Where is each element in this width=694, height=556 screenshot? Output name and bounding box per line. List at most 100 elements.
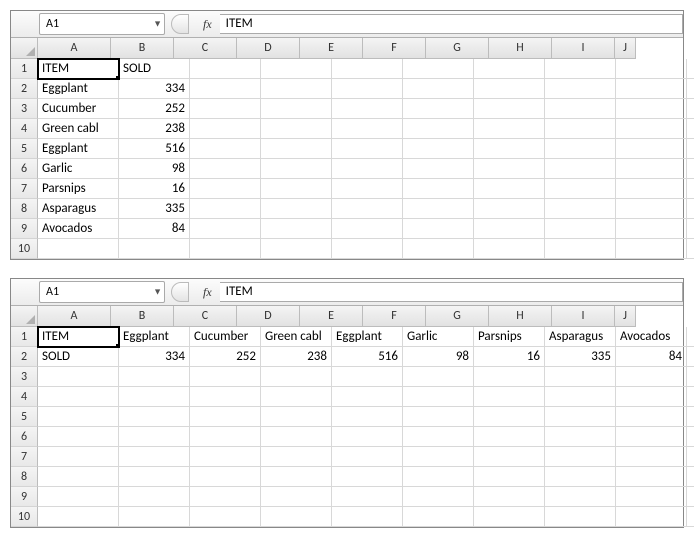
cell-C3[interactable] — [190, 99, 261, 119]
cell-G1[interactable] — [474, 59, 545, 79]
cell-D9[interactable] — [261, 219, 332, 239]
cell-I8[interactable] — [616, 467, 687, 487]
cell-C7[interactable] — [190, 179, 261, 199]
cell-E8[interactable] — [332, 467, 403, 487]
row-header[interactable]: 10 — [11, 239, 38, 259]
row-header[interactable]: 8 — [11, 199, 38, 219]
cell-F2[interactable]: 98 — [403, 347, 474, 367]
cell-B3[interactable] — [119, 367, 190, 387]
cell-F2[interactable] — [403, 79, 474, 99]
cell-J5[interactable] — [687, 139, 694, 159]
cell-B5[interactable] — [119, 407, 190, 427]
cell-E9[interactable] — [332, 487, 403, 507]
cell-G8[interactable] — [474, 467, 545, 487]
row-header[interactable]: 10 — [11, 507, 38, 527]
cell-I9[interactable] — [616, 487, 687, 507]
col-header-H[interactable]: H — [489, 38, 552, 59]
cell-J10[interactable] — [687, 239, 694, 259]
cell-C10[interactable] — [190, 507, 261, 527]
row-header[interactable]: 1 — [11, 59, 38, 79]
cell-D5[interactable] — [261, 407, 332, 427]
cell-G1[interactable]: Parsnips — [474, 327, 545, 347]
cell-I6[interactable] — [616, 427, 687, 447]
cell-D6[interactable] — [261, 427, 332, 447]
col-header-G[interactable]: G — [426, 38, 489, 59]
cell-G10[interactable] — [474, 239, 545, 259]
cell-H9[interactable] — [545, 487, 616, 507]
row-header[interactable]: 9 — [11, 487, 38, 507]
cell-B2[interactable]: 334 — [119, 347, 190, 367]
cell-I4[interactable] — [616, 119, 687, 139]
col-header-D[interactable]: D — [237, 38, 300, 59]
cell-E6[interactable] — [332, 427, 403, 447]
cell-I3[interactable] — [616, 367, 687, 387]
cell-B9[interactable]: 84 — [119, 219, 190, 239]
cell-B10[interactable] — [119, 507, 190, 527]
row-header[interactable]: 4 — [11, 119, 38, 139]
cell-A7[interactable] — [38, 447, 119, 467]
cell-C8[interactable] — [190, 199, 261, 219]
cell-D9[interactable] — [261, 487, 332, 507]
cell-H2[interactable] — [545, 79, 616, 99]
cell-I6[interactable] — [616, 159, 687, 179]
cell-E1[interactable] — [332, 59, 403, 79]
cell-H10[interactable] — [545, 239, 616, 259]
cell-F3[interactable] — [403, 367, 474, 387]
cell-H1[interactable] — [545, 59, 616, 79]
cell-D2[interactable]: 238 — [261, 347, 332, 367]
row-header[interactable]: 1 — [11, 327, 38, 347]
cell-C5[interactable] — [190, 407, 261, 427]
cell-F9[interactable] — [403, 487, 474, 507]
cell-I10[interactable] — [616, 507, 687, 527]
cell-J2[interactable] — [687, 347, 694, 367]
cell-J3[interactable] — [687, 367, 694, 387]
cell-G5[interactable] — [474, 407, 545, 427]
cell-D10[interactable] — [261, 239, 332, 259]
cell-E3[interactable] — [332, 367, 403, 387]
cell-B2[interactable]: 334 — [119, 79, 190, 99]
row-header[interactable]: 9 — [11, 219, 38, 239]
cell-E5[interactable] — [332, 407, 403, 427]
cell-D1[interactable] — [261, 59, 332, 79]
col-header-J[interactable]: J — [615, 38, 636, 59]
cell-E10[interactable] — [332, 507, 403, 527]
cell-F9[interactable] — [403, 219, 474, 239]
cell-E6[interactable] — [332, 159, 403, 179]
col-header-A[interactable]: A — [38, 306, 111, 327]
cell-H5[interactable] — [545, 139, 616, 159]
col-header-E[interactable]: E — [300, 38, 363, 59]
cell-H3[interactable] — [545, 99, 616, 119]
cell-G6[interactable] — [474, 159, 545, 179]
cell-F7[interactable] — [403, 447, 474, 467]
cell-J2[interactable] — [687, 79, 694, 99]
cell-D5[interactable] — [261, 139, 332, 159]
col-header-E[interactable]: E — [300, 306, 363, 327]
cell-G8[interactable] — [474, 199, 545, 219]
name-box[interactable]: A1 ▼ — [39, 13, 165, 35]
cell-A3[interactable]: Cucumber — [38, 99, 119, 119]
row-header[interactable]: 7 — [11, 179, 38, 199]
cell-C6[interactable] — [190, 427, 261, 447]
cell-E2[interactable] — [332, 79, 403, 99]
cell-D8[interactable] — [261, 467, 332, 487]
cell-B5[interactable]: 516 — [119, 139, 190, 159]
cell-I10[interactable] — [616, 239, 687, 259]
cell-B3[interactable]: 252 — [119, 99, 190, 119]
cell-J3[interactable] — [687, 99, 694, 119]
col-header-C[interactable]: C — [174, 306, 237, 327]
cell-J10[interactable] — [687, 507, 694, 527]
cell-H5[interactable] — [545, 407, 616, 427]
cell-J6[interactable] — [687, 427, 694, 447]
cell-G2[interactable] — [474, 79, 545, 99]
cell-B1[interactable]: SOLD — [119, 59, 190, 79]
row-header[interactable]: 4 — [11, 387, 38, 407]
cell-A8[interactable]: Asparagus — [38, 199, 119, 219]
cell-C4[interactable] — [190, 387, 261, 407]
cell-I7[interactable] — [616, 447, 687, 467]
cell-B9[interactable] — [119, 487, 190, 507]
cell-E3[interactable] — [332, 99, 403, 119]
cell-C9[interactable] — [190, 487, 261, 507]
cell-D2[interactable] — [261, 79, 332, 99]
cell-F8[interactable] — [403, 467, 474, 487]
cell-D6[interactable] — [261, 159, 332, 179]
